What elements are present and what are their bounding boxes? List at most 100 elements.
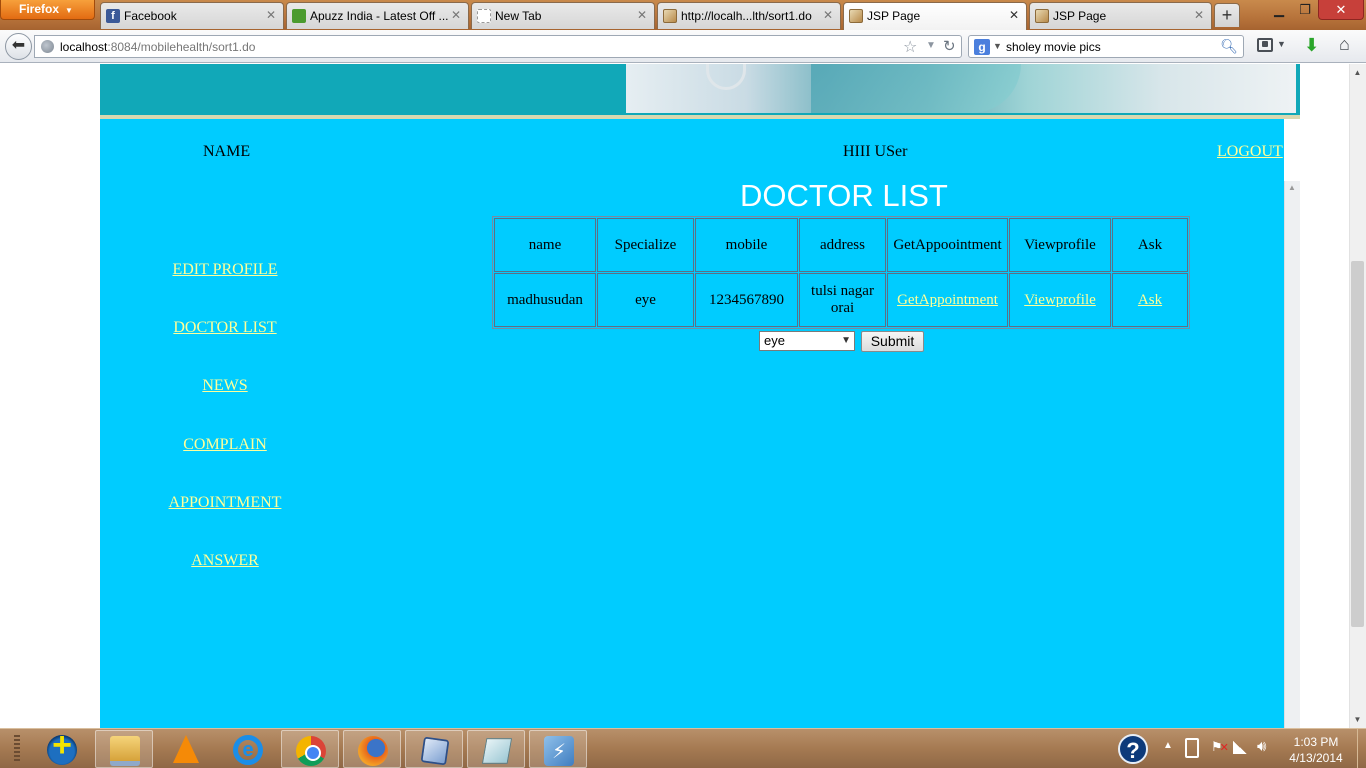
show-hidden-icons-icon[interactable]: ▲ — [1163, 740, 1173, 751]
taskbar-internet-explorer[interactable]: e — [219, 730, 277, 768]
user-greeting: HIII USer — [843, 143, 908, 160]
screen: Firefox ▼ f Facebook ✕ Apuzz India - Late… — [0, 0, 1366, 768]
image-page-icon — [663, 9, 677, 23]
network-icon[interactable]: ⚑✕ — [1211, 739, 1229, 755]
taskbar-firefox[interactable] — [343, 730, 401, 768]
taskbar-chrome[interactable] — [281, 730, 339, 768]
taskbar-flash-app[interactable] — [529, 730, 587, 768]
new-tab-button[interactable]: + — [1214, 3, 1240, 27]
scroll-up-icon[interactable]: ▲ — [1284, 181, 1300, 195]
network-error-icon: ✕ — [1219, 742, 1229, 754]
close-icon[interactable]: ✕ — [637, 8, 647, 22]
scrollbar-thumb[interactable] — [1351, 261, 1364, 627]
sidebar-link-appointment[interactable]: APPOINTMENT — [100, 494, 350, 512]
table-header-row: name Specialize mobile address GetAppooi… — [494, 218, 1188, 272]
taskbar-grip[interactable] — [14, 735, 20, 763]
show-desktop-button[interactable] — [1357, 729, 1366, 768]
vlc-icon — [173, 735, 199, 763]
column-header-specialize: Specialize — [597, 218, 694, 272]
specialization-select[interactable]: eye ▼ — [759, 331, 855, 351]
search-bar[interactable]: g ▼ sholey movie pics 🔍︎ — [968, 35, 1244, 58]
close-icon[interactable]: ✕ — [823, 8, 833, 22]
taskbar-health-app[interactable] — [33, 726, 91, 768]
home-icon[interactable]: ⌂ — [1339, 34, 1350, 55]
close-icon[interactable]: ✕ — [266, 8, 276, 22]
search-icon[interactable]: 🔍︎ — [1220, 38, 1238, 55]
cell-doctor-name: madhusudan — [494, 273, 596, 327]
table-row: madhusudan eye 1234567890 tulsi nagar or… — [494, 273, 1188, 327]
cell-ask: Ask — [1112, 273, 1188, 327]
cell-address: tulsi nagar orai — [799, 273, 886, 327]
tab-title: JSP Page — [1053, 9, 1107, 23]
globe-icon — [41, 40, 54, 53]
page-inner-scrollbar[interactable] — [1284, 181, 1300, 728]
download-icon[interactable]: ⬇ — [1304, 35, 1319, 56]
stethoscope-shape — [706, 64, 746, 90]
chevron-down-icon: ▼ — [65, 6, 73, 15]
internet-explorer-icon: e — [233, 735, 263, 765]
tab-title: JSP Page — [867, 9, 921, 23]
close-icon[interactable]: ✕ — [451, 8, 461, 22]
column-header-mobile: mobile — [695, 218, 798, 272]
system-clock[interactable]: 1:03 PM 4/13/2014 — [1282, 734, 1350, 766]
firefox-icon — [358, 736, 388, 766]
tab-new-tab[interactable]: New Tab ✕ — [471, 2, 655, 29]
volume-icon[interactable]: 🔊︎ — [1257, 738, 1266, 755]
view-profile-link[interactable]: Viewprofile — [1024, 292, 1096, 308]
bookmark-star-icon[interactable]: ☆ — [903, 37, 917, 57]
scroll-down-icon[interactable]: ▼ — [1349, 711, 1366, 728]
help-icon[interactable]: ? — [1118, 734, 1148, 764]
image-page-icon — [1035, 9, 1049, 23]
facebook-icon: f — [106, 9, 120, 23]
restore-button[interactable]: ❐ — [1292, 0, 1318, 20]
chevron-down-icon[interactable]: ▼ — [1277, 39, 1286, 49]
sidebar-link-complain[interactable]: COMPLAIN — [100, 436, 350, 454]
taskbar-document-app[interactable] — [467, 730, 525, 768]
taskbar-file-explorer[interactable] — [95, 730, 153, 768]
power-icon[interactable] — [1185, 738, 1199, 758]
document-app-icon — [482, 738, 512, 764]
sidebar-link-news[interactable]: NEWS — [100, 377, 350, 395]
close-icon[interactable]: ✕ — [1009, 8, 1019, 22]
sidebar-link-doctor-list[interactable]: DOCTOR LIST — [100, 319, 350, 337]
main-content-panel — [100, 119, 1284, 728]
taskbar-virtualbox[interactable] — [405, 730, 463, 768]
chevron-down-icon: ▼ — [841, 335, 851, 346]
bookmarks-icon[interactable] — [1257, 38, 1273, 52]
reload-icon[interactable]: ↻ — [943, 37, 956, 55]
flash-app-icon — [544, 736, 574, 766]
logout-link[interactable]: LOGOUT — [1217, 143, 1283, 161]
cell-get-appointment: GetAppointment — [887, 273, 1008, 327]
address-bar[interactable]: localhost:8084/mobilehealth/sort1.do ☆ ▼… — [34, 35, 962, 58]
history-dropdown-icon[interactable]: ▼ — [926, 40, 936, 51]
sidebar-link-edit-profile[interactable]: EDIT PROFILE — [100, 261, 350, 279]
tab-apuzz[interactable]: Apuzz India - Latest Off ... ✕ — [286, 2, 469, 29]
blank-page-icon — [477, 9, 491, 23]
search-input[interactable]: sholey movie pics — [1006, 40, 1101, 54]
tab-jsp-page[interactable]: JSP Page ✕ — [1029, 2, 1212, 29]
firefox-menu-button[interactable]: Firefox ▼ — [0, 0, 95, 20]
back-button[interactable]: ⬅ — [5, 33, 32, 60]
close-window-button[interactable]: ✕ — [1318, 0, 1364, 20]
virtualbox-icon — [420, 736, 450, 766]
tab-jsp-page-active[interactable]: JSP Page ✕ — [843, 2, 1027, 30]
name-label: NAME — [203, 143, 251, 160]
column-header-address: address — [799, 218, 886, 272]
submit-button[interactable]: Submit — [861, 331, 924, 352]
column-header-get-appointment: GetAppoointment — [887, 218, 1008, 272]
minimize-button[interactable]: ▁ — [1266, 0, 1292, 20]
tab-localhost-sort[interactable]: http://localh...lth/sort1.do ✕ — [657, 2, 841, 29]
chevron-down-icon[interactable]: ▼ — [993, 41, 1002, 51]
column-header-name: name — [494, 218, 596, 272]
get-appointment-link[interactable]: GetAppointment — [897, 292, 998, 308]
tab-facebook[interactable]: f Facebook ✕ — [100, 2, 284, 29]
close-icon[interactable]: ✕ — [1194, 8, 1204, 22]
signal-icon[interactable] — [1233, 741, 1247, 754]
sidebar-link-answer[interactable]: ANSWER — [100, 552, 350, 570]
scroll-up-icon[interactable]: ▲ — [1349, 64, 1366, 81]
minimize-icon: ▁ — [1274, 2, 1284, 17]
google-icon[interactable]: g — [974, 39, 990, 55]
ask-link[interactable]: Ask — [1138, 292, 1162, 308]
taskbar-vlc[interactable] — [157, 730, 215, 768]
tab-title: Facebook — [124, 9, 177, 23]
